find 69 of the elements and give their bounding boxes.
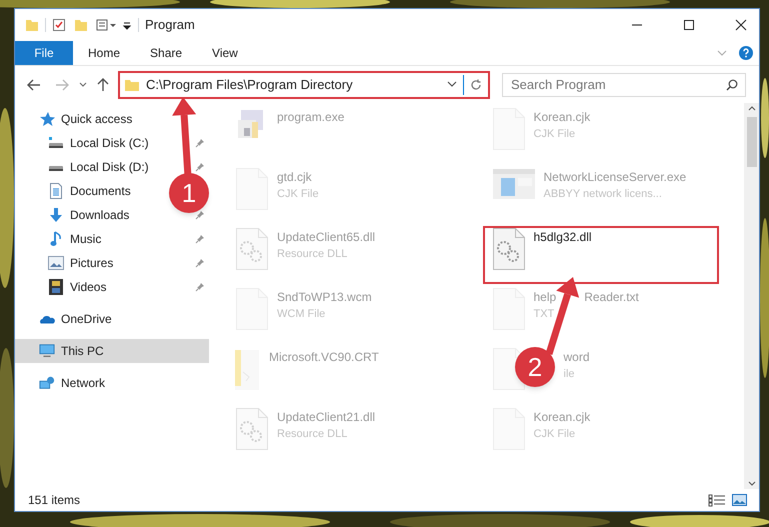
scroll-up-icon[interactable] [748,106,756,111]
sidebar-item[interactable]: Videos [48,275,106,299]
pin-icon[interactable] [195,234,205,244]
help-icon[interactable] [739,46,753,60]
sidebar-item[interactable]: Quick access [39,107,132,131]
search-icon[interactable] [726,78,738,90]
download-arrow-icon [48,207,64,223]
dll-file-icon [235,408,269,450]
monitor-icon [39,343,55,359]
file-type: CJK File [534,427,576,442]
properties-icon[interactable] [96,18,118,32]
step-number: 1 [169,173,209,213]
up-arrow-icon[interactable] [97,78,109,92]
file-type: ile [564,367,576,382]
dll-file-icon [235,228,269,270]
pin-icon[interactable] [195,162,205,172]
file-type: WCM File [277,307,326,322]
dll-file-icon [492,228,526,270]
back-arrow-icon[interactable] [27,78,41,90]
pin-icon[interactable] [195,210,205,220]
file-type: Resource DLL [277,427,348,442]
sidebar-item[interactable]: Local Disk (D:) [48,155,149,179]
thumbnail-view-icon[interactable] [732,494,747,506]
maximize-icon[interactable] [683,19,695,31]
document-icon [49,183,63,199]
address-bar[interactable]: C:\Program Files\Program Directory [118,70,490,98]
sidebar-item[interactable]: Documents [48,179,131,203]
sidebar-item[interactable]: OneDrive [39,307,112,331]
search-field[interactable]: Search Program [502,72,746,96]
pin-icon[interactable] [195,282,205,292]
sidebar-item[interactable]: Downloads [48,203,130,227]
file-type: ABBYY network licens... [544,187,663,202]
scrollbar[interactable] [744,103,759,489]
pin-icon[interactable] [195,258,205,268]
address-path: C:\Program Files\Program Directory [146,76,354,94]
star-icon [39,111,55,127]
sidebar-item[interactable]: This PC [39,339,104,363]
details-view-icon[interactable] [708,493,726,507]
sidebar-item[interactable]: Pictures [48,251,114,275]
step-number: 2 [515,347,555,387]
film-icon [49,279,63,295]
scroll-down-icon[interactable] [748,481,756,486]
music-note-icon [50,231,62,247]
ribbon-tab[interactable]: File [15,41,73,65]
sidebar-item[interactable]: Network [39,371,106,395]
file-type: CJK File [534,127,576,142]
sidebar-item[interactable]: Local Disk (C:) [48,131,149,155]
ribbon-tab[interactable]: View [197,41,253,65]
application-window-icon [492,168,536,200]
ribbon-tab[interactable]: Share [135,41,198,65]
pin-icon[interactable] [195,138,205,148]
item-count: 151 items [28,492,80,509]
file-name[interactable]: h5dlg32.dll [534,228,592,246]
cloud-icon [39,313,55,325]
folder-icon [235,348,261,390]
file-type: TXT [534,307,556,322]
checklist-icon[interactable] [52,18,66,32]
network-icon [39,375,55,391]
picture-frame-icon [48,256,64,270]
sidebar-item[interactable]: Music [48,227,102,251]
close-icon[interactable] [735,19,747,31]
drive-icon [48,136,64,150]
window-title: Program [145,16,195,34]
ribbon-tab[interactable]: Home [73,41,136,65]
file-type: CJK File [277,187,319,202]
dropdown-icon[interactable] [447,81,457,88]
file-type: Resource DLL [277,247,348,262]
scroll-thumb[interactable] [746,117,756,167]
refresh-icon[interactable] [470,78,482,90]
